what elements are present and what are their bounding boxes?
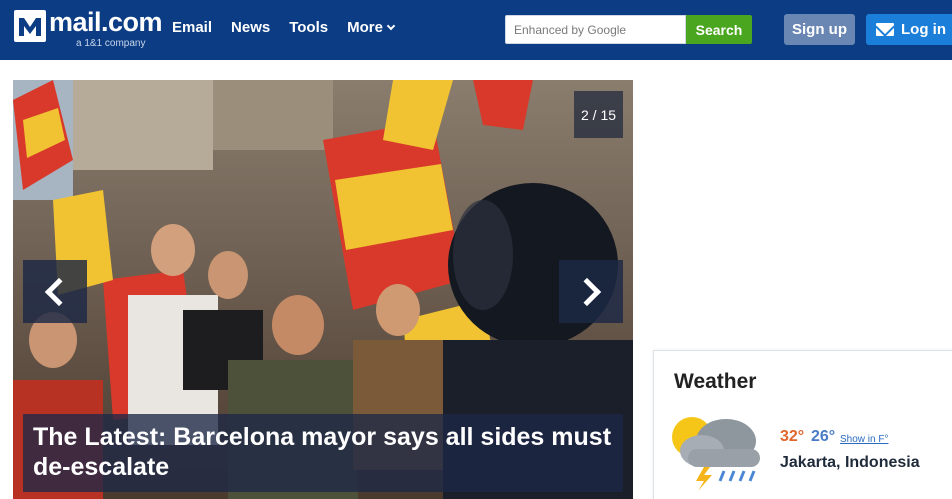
nav-more[interactable]: More (347, 19, 396, 36)
search-button[interactable]: Search (686, 15, 752, 44)
next-slide-button[interactable] (559, 260, 623, 323)
envelope-icon (876, 23, 894, 36)
nav-more-label: More (347, 19, 383, 36)
mailcom-logo[interactable]: mail.com a 1&1 company (14, 7, 163, 51)
temperature-high: 32° (780, 428, 805, 445)
login-label: Log in (901, 21, 946, 38)
temperature-low: 26° (811, 428, 836, 445)
main-nav: Email News Tools More (172, 19, 413, 36)
nav-news[interactable]: News (231, 19, 270, 36)
previous-slide-button[interactable] (23, 260, 87, 323)
signup-button[interactable]: Sign up (784, 14, 855, 45)
logo-text: mail.com (49, 7, 163, 37)
thunderstorm-partly-sunny-icon (672, 417, 760, 491)
search-input[interactable] (505, 15, 686, 44)
chevron-down-icon (386, 21, 396, 30)
nav-tools[interactable]: Tools (289, 19, 328, 36)
top-header: mail.com a 1&1 company Email News Tools … (0, 0, 952, 60)
weather-title: Weather (674, 370, 757, 393)
show-fahrenheit-link[interactable]: Show in F° (840, 434, 888, 445)
logo-subtext: a 1&1 company (76, 38, 146, 49)
logo-m-icon (14, 10, 46, 42)
slide-caption[interactable]: The Latest: Barcelona mayor says all sid… (23, 414, 623, 492)
chevron-right-icon (572, 277, 602, 306)
weather-location: Jakarta, Indonesia (780, 454, 920, 471)
slide-counter: 2 / 15 (574, 91, 623, 138)
nav-email[interactable]: Email (172, 19, 212, 36)
login-button[interactable]: Log in (866, 14, 952, 45)
chevron-left-icon (44, 277, 74, 306)
weather-widget[interactable]: Weather 32° 26° Show in F° Jakarta, Indo… (653, 350, 952, 499)
news-slideshow[interactable]: The Latest: Barcelona mayor says all sid… (13, 80, 633, 499)
